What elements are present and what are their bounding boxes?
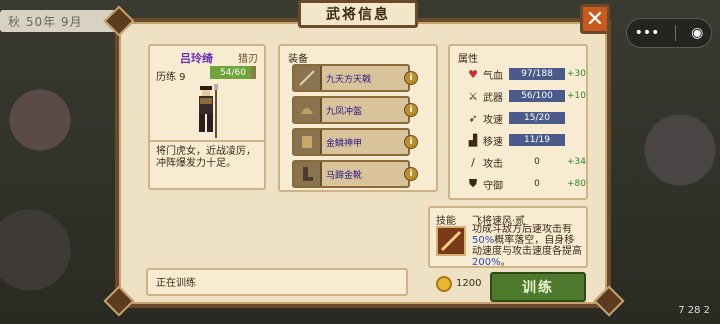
skill-label: 技能 — [436, 216, 456, 227]
skill-desc-text: 功成斗敌方后速攻击有 — [472, 224, 572, 235]
hero-description: 将门虎女，近战凌厉，冲阵爆发力十足。 — [148, 140, 266, 190]
skill-desc-text: 。 — [500, 257, 511, 268]
attr-row-defense: ⛊ 守御 0 +80 — [466, 176, 586, 192]
blade-icon: / — [471, 155, 475, 169]
window-title: 武将信息 — [298, 0, 418, 28]
sword-icon: ⚔ — [468, 89, 478, 103]
attr-value: 0 — [534, 157, 540, 167]
date-status: 秋 50年 9月 — [0, 10, 120, 32]
attr-row-atkspeed: ➶ 攻速 15/20 — [466, 110, 565, 126]
attr-name: 气血 — [483, 70, 503, 82]
train-button[interactable]: 训练 — [490, 272, 586, 302]
skill-desc-highlight: 50% — [472, 235, 495, 246]
attr-name: 移速 — [483, 136, 503, 148]
attr-name: 攻击 — [483, 158, 503, 170]
attr-row-movespeed: ▟ 移速 11/19 — [466, 132, 565, 148]
info-icon[interactable]: i — [404, 135, 418, 149]
equipment-panel: 装备 九天方天戟 i 九凤冲盔 i 金鳞神甲 i 马蹄金靴 i — [278, 44, 438, 192]
capsule-divider — [674, 25, 676, 41]
target-icon[interactable]: ◉ — [691, 25, 703, 41]
equip-name: 九凤冲盔 — [326, 106, 363, 117]
attributes-title: 属性 — [458, 54, 478, 65]
attr-bonus: +30 — [567, 69, 586, 79]
exp-label: 历练 9 — [156, 72, 186, 83]
attr-row-attack: / 攻击 0 +34 — [466, 154, 586, 170]
attr-bonus: +80 — [567, 179, 586, 189]
attr-value: 97/188 — [509, 68, 565, 80]
equip-slot-boots[interactable]: 马蹄金靴 i — [292, 160, 418, 188]
equip-slot-weapon[interactable]: 九天方天戟 i — [292, 64, 418, 92]
armor-icon — [294, 130, 322, 154]
equipment-title: 装备 — [288, 54, 308, 65]
attr-value: 56/100 — [509, 90, 565, 102]
hero-name: 吕玲绮 — [180, 52, 213, 65]
attr-bonus: +10 — [567, 91, 586, 101]
helmet-icon — [294, 98, 322, 122]
more-icon[interactable]: ••• — [635, 25, 660, 41]
bow-icon: ➶ — [468, 111, 478, 125]
attributes-panel: 属性 ♥ 气血 97/188 +30 ⚔ 武器 56/100 +10 ➶ 攻速 … — [448, 44, 588, 200]
equip-name: 九天方天戟 — [326, 74, 372, 85]
hero-sprite — [199, 84, 218, 138]
skill-panel: 技能 飞将速风·贰 功成斗敌方后速攻击有50%概率落空，自身移动速度与攻击速度各… — [428, 206, 588, 268]
equip-name: 金鳞神甲 — [326, 138, 363, 149]
attr-value: 11/19 — [509, 134, 565, 146]
skill-description: 功成斗敌方后速攻击有50%概率落空，自身移动速度与攻击速度各提高200%。 — [472, 224, 584, 268]
info-icon[interactable]: i — [404, 167, 418, 181]
gold-coin-icon — [436, 276, 452, 292]
attr-bonus: +34 — [567, 157, 586, 167]
equip-slot-helmet[interactable]: 九凤冲盔 i — [292, 96, 418, 124]
attr-value: 0 — [534, 179, 540, 189]
version-label: 7 28 2 — [678, 305, 710, 316]
boot-icon: ▟ — [468, 133, 478, 147]
miniprogram-capsule[interactable]: ••• ◉ — [626, 18, 712, 48]
attr-row-hp: ♥ 气血 97/188 +30 — [466, 66, 586, 82]
skill-desc-highlight: 200% — [472, 257, 501, 268]
hero-class: 猎刃 — [238, 54, 258, 65]
heart-icon: ♥ — [468, 67, 478, 81]
shield-icon: ⛊ — [468, 177, 478, 190]
equip-name: 马蹄金靴 — [326, 170, 363, 181]
info-icon[interactable]: i — [404, 103, 418, 117]
attr-name: 守御 — [483, 180, 503, 192]
skill-icon[interactable] — [436, 226, 466, 256]
attr-value: 15/20 — [509, 112, 565, 124]
attr-name: 武器 — [483, 92, 503, 104]
exp-bar: 54/60 — [210, 66, 256, 79]
gold-amount: 1200 — [456, 278, 482, 289]
attr-row-weapon: ⚔ 武器 56/100 +10 — [466, 88, 586, 104]
boot-icon — [294, 162, 322, 186]
spear-icon — [294, 66, 322, 90]
info-icon[interactable]: i — [404, 71, 418, 85]
equip-slot-armor[interactable]: 金鳞神甲 i — [292, 128, 418, 156]
attr-name: 攻速 — [483, 114, 503, 126]
close-button[interactable]: ✕ — [580, 4, 610, 34]
training-status: 正在训练 — [146, 268, 408, 296]
exp-value: 54/60 — [220, 67, 246, 78]
